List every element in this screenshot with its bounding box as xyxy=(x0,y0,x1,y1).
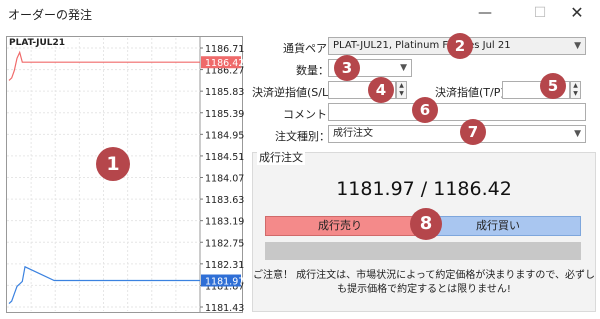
volume-label: 数量： xyxy=(296,64,329,77)
y-tick-label: 1185.39 xyxy=(205,109,244,120)
y-tick-label: 1182.75 xyxy=(205,238,244,249)
annotation-marker-8: 8 xyxy=(410,208,442,240)
order-type-label: 注文種別： xyxy=(275,130,330,143)
chart-symbol-label: PLAT-JUL21 xyxy=(9,38,66,48)
y-tick-label: 1184.51 xyxy=(205,152,244,163)
y-tick-label: 1183.63 xyxy=(205,195,244,206)
y-tick-label: 1184.95 xyxy=(205,130,244,141)
annotation-marker-5: 5 xyxy=(540,73,566,99)
y-tick-label: 1185.83 xyxy=(205,87,244,98)
chevron-down-icon: ▼ xyxy=(574,129,581,139)
chevron-down-icon: ▼ xyxy=(400,63,407,73)
spin-up-icon[interactable]: ▲ xyxy=(571,82,580,90)
sl-label: 決済逆指値(S/L) xyxy=(252,86,333,99)
annotation-marker-7: 7 xyxy=(460,119,486,145)
y-tick-label: 1184.07 xyxy=(205,174,244,185)
spin-down-icon[interactable]: ▼ xyxy=(397,90,406,98)
chevron-down-icon: ▼ xyxy=(574,41,581,51)
bid-price-marker-label: 1181.97 xyxy=(205,277,244,288)
y-tick-label: 1186.71 xyxy=(205,44,244,55)
tp-label: 決済指値(T/P) xyxy=(435,86,505,99)
spin-up-icon[interactable]: ▲ xyxy=(397,82,406,90)
bid-ask-prices: 1181.97 / 1186.42 xyxy=(336,178,512,200)
order-type-value: 成行注文 xyxy=(333,128,373,139)
y-tick-label: 1181.43 xyxy=(205,303,244,314)
sl-spinner[interactable]: ▲ ▼ xyxy=(396,81,407,99)
annotation-marker-3: 3 xyxy=(334,55,360,81)
annotation-marker-2: 2 xyxy=(447,33,473,59)
annotation-marker-6: 6 xyxy=(412,97,438,123)
sell-market-button[interactable]: 成行売り xyxy=(265,216,415,236)
y-tick-label: 1183.19 xyxy=(205,217,244,228)
market-order-group-title: 成行注文 xyxy=(257,149,305,165)
order-type-select[interactable]: 成行注文 ▼ xyxy=(328,125,586,143)
comment-input[interactable] xyxy=(328,103,586,121)
annotation-marker-4: 4 xyxy=(368,77,394,103)
tp-spinner[interactable]: ▲ ▼ xyxy=(570,81,581,99)
market-order-notice: ご注意！ 成行注文は、市場状況によって約定価格が決まりますので、必ずしも提示価格… xyxy=(253,270,595,295)
ask-price-marker-label: 1186.42 xyxy=(205,58,244,69)
symbol-select-value: PLAT-JUL21, Platinum Futures Jul 21 xyxy=(333,40,511,51)
y-tick-label: 1182.31 xyxy=(205,260,244,271)
execution-progress-bar xyxy=(265,242,581,260)
spin-down-icon[interactable]: ▼ xyxy=(571,90,580,98)
annotation-marker-1: 1 xyxy=(96,147,130,181)
